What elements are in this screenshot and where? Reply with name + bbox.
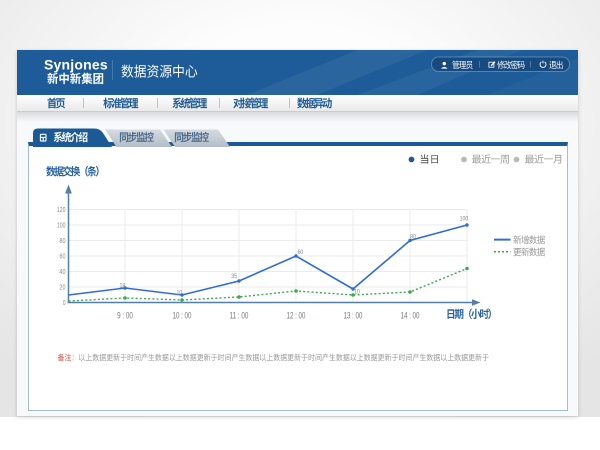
svg-text:Synjones: Synjones <box>44 57 108 73</box>
svg-text:0: 0 <box>63 298 66 307</box>
svg-text:10 : 00: 10 : 00 <box>173 310 192 320</box>
svg-text:100: 100 <box>57 221 66 230</box>
svg-text:100: 100 <box>460 216 469 223</box>
svg-text:12 : 00: 12 : 00 <box>287 310 306 320</box>
svg-text:13 : 00: 13 : 00 <box>344 310 363 320</box>
svg-text:35: 35 <box>231 273 237 280</box>
svg-text:14 : 00: 14 : 00 <box>401 310 420 320</box>
svg-text:18: 18 <box>120 282 126 289</box>
svg-text:120: 120 <box>57 205 66 214</box>
svg-text:60: 60 <box>298 249 304 256</box>
svg-text:11 : 00: 11 : 00 <box>230 310 249 320</box>
svg-text:60: 60 <box>59 252 65 261</box>
svg-text:80: 80 <box>410 234 416 241</box>
svg-text:10: 10 <box>354 289 360 296</box>
svg-text:20: 20 <box>59 283 65 292</box>
svg-text:10: 10 <box>177 289 183 296</box>
svg-text:40: 40 <box>59 267 65 276</box>
svg-text:80: 80 <box>59 236 65 245</box>
svg-text:9 : 00: 9 : 00 <box>117 310 133 320</box>
